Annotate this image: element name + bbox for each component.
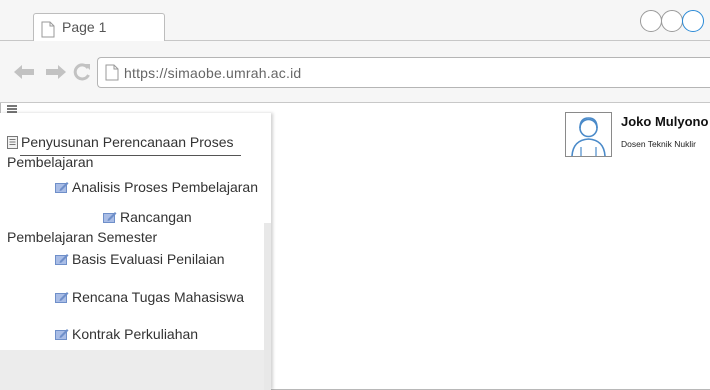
- url-text: https://simaobe.umrah.ac.id: [124, 65, 302, 81]
- sidebar-item-rancangan-pembelajaran-semester[interactable]: Rancangan Pembelajaran Semester: [7, 208, 247, 247]
- window-control-circle-icon[interactable]: [661, 10, 683, 32]
- tab-strip: Page 1: [0, 0, 710, 42]
- edit-icon: [55, 289, 69, 308]
- sidebar-footer: [0, 350, 264, 390]
- document-icon: [7, 135, 18, 153]
- sidebar-item-label: Basis Evaluasi Penilaian: [72, 251, 225, 267]
- window-controls: [640, 10, 710, 34]
- sidebar-item-label: Analisis Proses Pembelajaran: [72, 179, 258, 195]
- hamburger-menu-icon[interactable]: [7, 105, 17, 113]
- edit-icon: [55, 179, 69, 198]
- sidebar-item-label: Rencana Tugas Mahasiswa: [72, 289, 244, 305]
- window-control-circle-icon[interactable]: [640, 10, 662, 32]
- user-name: Joko Mulyono: [621, 114, 709, 129]
- edit-icon: [55, 326, 69, 345]
- address-bar[interactable]: https://simaobe.umrah.ac.id: [97, 57, 710, 88]
- user-avatar-icon[interactable]: [565, 112, 612, 157]
- sidebar-item-label: Kontrak Perkuliahan: [72, 326, 199, 342]
- sidebar-item-basis-evaluasi-penilaian[interactable]: Basis Evaluasi Penilaian: [55, 250, 225, 270]
- sidebar-scrollbar[interactable]: [264, 223, 271, 390]
- sidebar-item-kontrak-perkuliahan[interactable]: Kontrak Perkuliahan: [55, 325, 198, 345]
- window-control-circle-icon[interactable]: [682, 10, 704, 32]
- tab-title: Page 1: [62, 19, 107, 35]
- edit-icon: [55, 251, 69, 270]
- reload-icon[interactable]: [73, 63, 91, 86]
- navigation-bar: https://simaobe.umrah.ac.id: [0, 41, 710, 103]
- sidebar-section-title[interactable]: Penyusunan Perencanaan Proses Pembelajar…: [7, 133, 241, 173]
- user-role: Dosen Teknik Nuklir: [621, 139, 696, 149]
- sidebar-item-rencana-tugas-mahasiswa[interactable]: Rencana Tugas Mahasiswa: [55, 288, 244, 308]
- divider: [20, 155, 241, 156]
- edit-icon: [55, 209, 117, 228]
- page-icon: [105, 64, 119, 86]
- browser-tab[interactable]: Page 1: [33, 13, 165, 42]
- sidebar: Penyusunan Perencanaan Proses Pembelajar…: [0, 113, 271, 390]
- page-icon: [41, 21, 55, 43]
- sidebar-item-analisis-proses-pembelajaran[interactable]: Analisis Proses Pembelajaran: [55, 178, 258, 198]
- back-arrow-icon[interactable]: [14, 65, 36, 84]
- forward-arrow-icon[interactable]: [44, 65, 66, 84]
- sidebar-section-label: Penyusunan Perencanaan Proses Pembelajar…: [7, 134, 234, 170]
